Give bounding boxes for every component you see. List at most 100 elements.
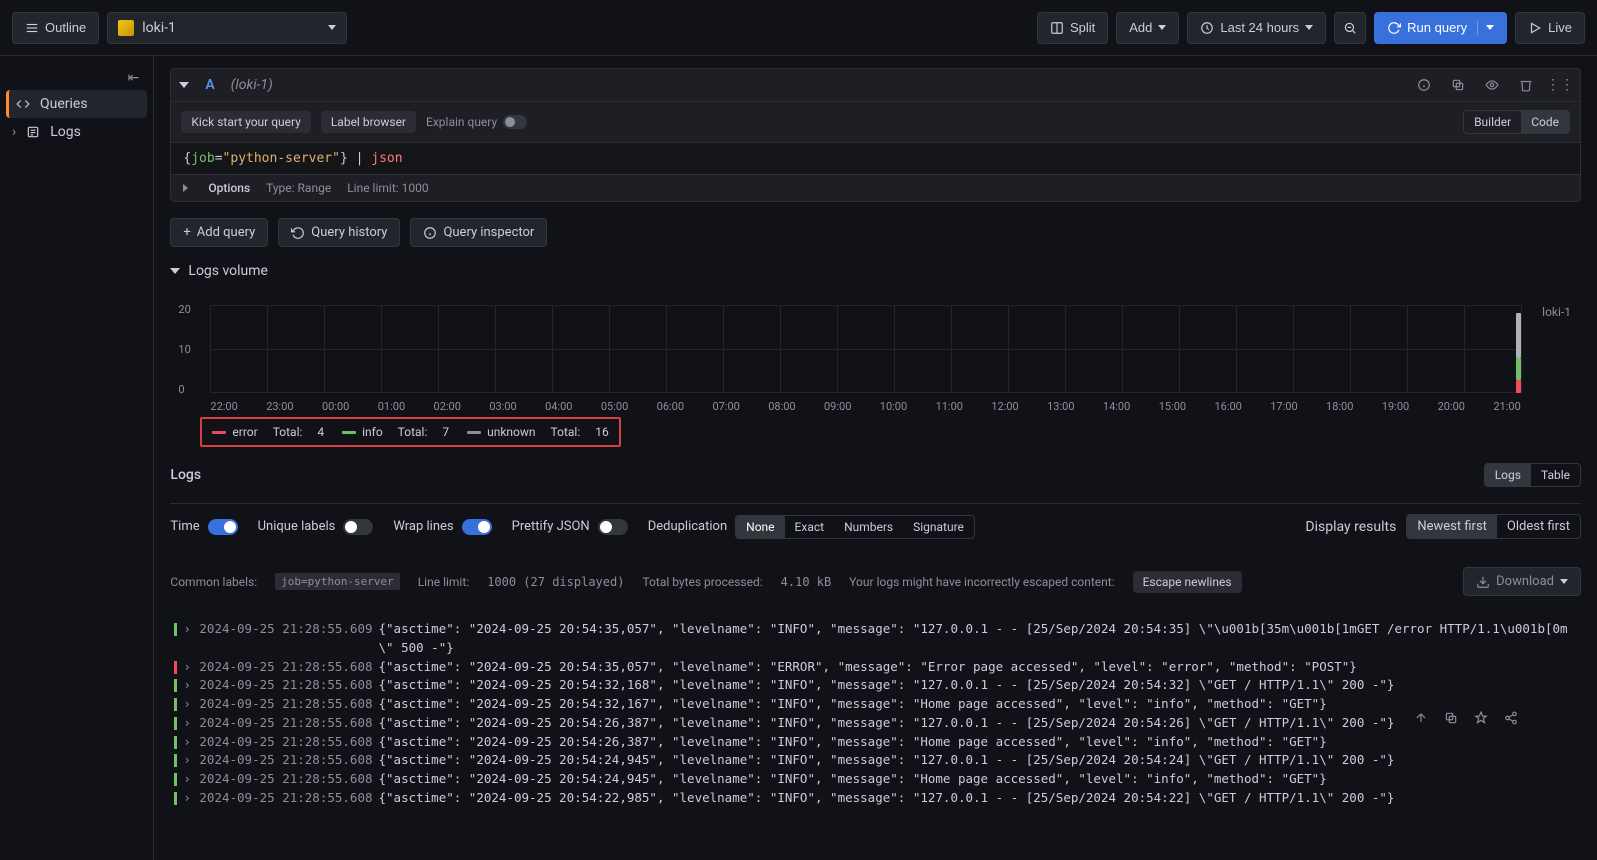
- sidebar-item-queries[interactable]: Queries: [6, 90, 147, 118]
- log-timestamp: 2024-09-25 21:28:55.608: [199, 770, 372, 789]
- expand-options-button[interactable]: [183, 184, 188, 192]
- x-tick: 01:00: [378, 400, 405, 413]
- log-level-marker: [174, 698, 177, 711]
- wrap-lines-toggle[interactable]: [462, 519, 492, 535]
- options-label: Options: [208, 181, 250, 195]
- x-tick: 23:00: [266, 400, 293, 413]
- oldest-first-button[interactable]: Oldest first: [1497, 515, 1580, 538]
- live-button[interactable]: Live: [1515, 12, 1585, 44]
- bytes-label: Total bytes processed:: [642, 575, 762, 589]
- x-tick: 04:00: [545, 400, 572, 413]
- share-logs-icon[interactable]: [1501, 708, 1521, 728]
- expand-log-icon[interactable]: ›: [183, 676, 193, 695]
- zoom-out-button[interactable]: [1334, 12, 1366, 44]
- log-row[interactable]: ›2024-09-25 21:28:55.608{"asctime": "202…: [170, 695, 1581, 714]
- legend-item-info[interactable]: info Total: 7: [342, 425, 449, 439]
- x-tick: 21:00: [1493, 400, 1520, 413]
- deduplication-group: None Exact Numbers Signature: [735, 515, 975, 539]
- expand-log-icon[interactable]: ›: [183, 751, 193, 770]
- expand-log-icon[interactable]: ›: [183, 770, 193, 789]
- code-mode-button[interactable]: Code: [1521, 111, 1569, 133]
- log-level-marker: [174, 773, 177, 786]
- collapse-sidebar-button[interactable]: ⇤: [6, 66, 147, 90]
- line-limit-value: 1000 (27 displayed): [487, 575, 624, 589]
- query-history-button[interactable]: Query history: [278, 218, 400, 247]
- x-tick: 03:00: [489, 400, 516, 413]
- history-icon: [291, 226, 305, 240]
- escape-newlines-button[interactable]: Escape newlines: [1133, 571, 1242, 593]
- line-limit-label: Line limit:: [418, 575, 469, 589]
- log-row[interactable]: ›2024-09-25 21:28:55.608{"asctime": "202…: [170, 751, 1581, 770]
- log-level-marker: [174, 754, 177, 767]
- delete-query-icon[interactable]: [1514, 73, 1538, 97]
- query-row: A (loki-1) ⋮⋮ Kick start your query: [170, 68, 1581, 202]
- datasource-picker[interactable]: loki-1: [107, 12, 347, 44]
- collapse-query-button[interactable]: [179, 82, 189, 88]
- expand-log-icon[interactable]: ›: [183, 733, 193, 752]
- scroll-to-top-icon[interactable]: [1411, 708, 1431, 728]
- x-tick: 07:00: [712, 400, 739, 413]
- newest-first-button[interactable]: Newest first: [1407, 515, 1497, 538]
- query-editor[interactable]: {job="python-server"} | json: [171, 143, 1580, 175]
- expand-log-icon[interactable]: ›: [183, 714, 193, 733]
- dedup-numbers[interactable]: Numbers: [834, 516, 903, 538]
- time-range-label: Last 24 hours: [1220, 20, 1299, 35]
- y-tick: 20: [178, 303, 190, 316]
- time-toggle[interactable]: [208, 519, 238, 535]
- label-browser-button[interactable]: Label browser: [321, 111, 416, 133]
- x-tick: 18:00: [1326, 400, 1353, 413]
- expand-log-icon[interactable]: ›: [183, 695, 193, 714]
- download-button[interactable]: Download: [1463, 567, 1581, 596]
- dedup-none[interactable]: None: [736, 516, 784, 538]
- log-row[interactable]: › 2024-09-25 21:28:55.608 {"asctime": "202…: [170, 714, 1581, 733]
- log-level-marker: [174, 623, 177, 636]
- time-range-button[interactable]: Last 24 hours: [1187, 12, 1326, 44]
- outline-button[interactable]: Outline: [12, 12, 99, 44]
- copy-logs-icon[interactable]: [1441, 708, 1461, 728]
- log-timestamp: 2024-09-25 21:28:55.608: [199, 714, 372, 733]
- prettify-json-toggle[interactable]: [598, 519, 628, 535]
- log-row[interactable]: ›2024-09-25 21:28:55.608{"asctime": "202…: [170, 658, 1581, 677]
- toggle-visibility-icon[interactable]: [1480, 73, 1504, 97]
- drag-handle-icon[interactable]: ⋮⋮: [1548, 73, 1572, 97]
- tab-logs[interactable]: Logs: [1485, 464, 1531, 486]
- split-button[interactable]: Split: [1037, 12, 1108, 44]
- dedup-signature[interactable]: Signature: [903, 516, 974, 538]
- chart-source-label: loki-1: [1542, 305, 1571, 319]
- builder-mode-button[interactable]: Builder: [1464, 111, 1521, 133]
- unique-labels-toggle[interactable]: [343, 519, 373, 535]
- tab-table[interactable]: Table: [1531, 464, 1580, 486]
- dedup-exact[interactable]: Exact: [785, 516, 835, 538]
- log-row[interactable]: ›2024-09-25 21:28:55.608{"asctime": "202…: [170, 789, 1581, 808]
- log-body: {"asctime": "2024-09-25 20:54:26,387", "…: [379, 714, 1395, 733]
- pin-logs-icon[interactable]: [1471, 708, 1491, 728]
- query-inspector-button[interactable]: Query inspector: [410, 218, 547, 247]
- log-level-marker: [174, 679, 177, 692]
- add-button[interactable]: Add: [1116, 12, 1179, 44]
- log-body: {"asctime": "2024-09-25 20:54:35,057", "…: [379, 620, 1578, 658]
- copy-query-icon[interactable]: [1446, 73, 1470, 97]
- expand-log-icon[interactable]: ›: [183, 620, 193, 658]
- log-row[interactable]: ›2024-09-25 21:28:55.608{"asctime": "202…: [170, 770, 1581, 789]
- log-row[interactable]: ›2024-09-25 21:28:55.608{"asctime": "202…: [170, 733, 1581, 752]
- legend-item-error[interactable]: error Total: 4: [212, 425, 324, 439]
- log-body: {"asctime": "2024-09-25 20:54:32,167", "…: [379, 695, 1327, 714]
- sidebar-item-logs[interactable]: › Logs: [6, 118, 147, 146]
- log-timestamp: 2024-09-25 21:28:55.608: [199, 751, 372, 770]
- log-level-marker: [174, 661, 177, 674]
- collapse-logs-volume-button[interactable]: [170, 268, 180, 274]
- log-row[interactable]: ›2024-09-25 21:28:55.608{"asctime": "202…: [170, 676, 1581, 695]
- expand-log-icon[interactable]: ›: [183, 658, 193, 677]
- legend-item-unknown[interactable]: unknown Total: 16: [467, 425, 609, 439]
- kick-start-button[interactable]: Kick start your query: [181, 111, 310, 133]
- common-labels-label: Common labels:: [170, 575, 257, 589]
- run-query-button[interactable]: Run query: [1374, 12, 1507, 44]
- outline-icon: [25, 21, 39, 35]
- explain-query-toggle[interactable]: Explain query: [426, 115, 527, 129]
- y-tick: 10: [178, 343, 190, 356]
- query-help-icon[interactable]: [1412, 73, 1436, 97]
- log-row[interactable]: ›2024-09-25 21:28:55.609{"asctime": "202…: [170, 620, 1581, 658]
- expand-log-icon[interactable]: ›: [183, 789, 193, 808]
- loki-logo-icon: [118, 20, 134, 36]
- add-query-button[interactable]: + Add query: [170, 218, 268, 247]
